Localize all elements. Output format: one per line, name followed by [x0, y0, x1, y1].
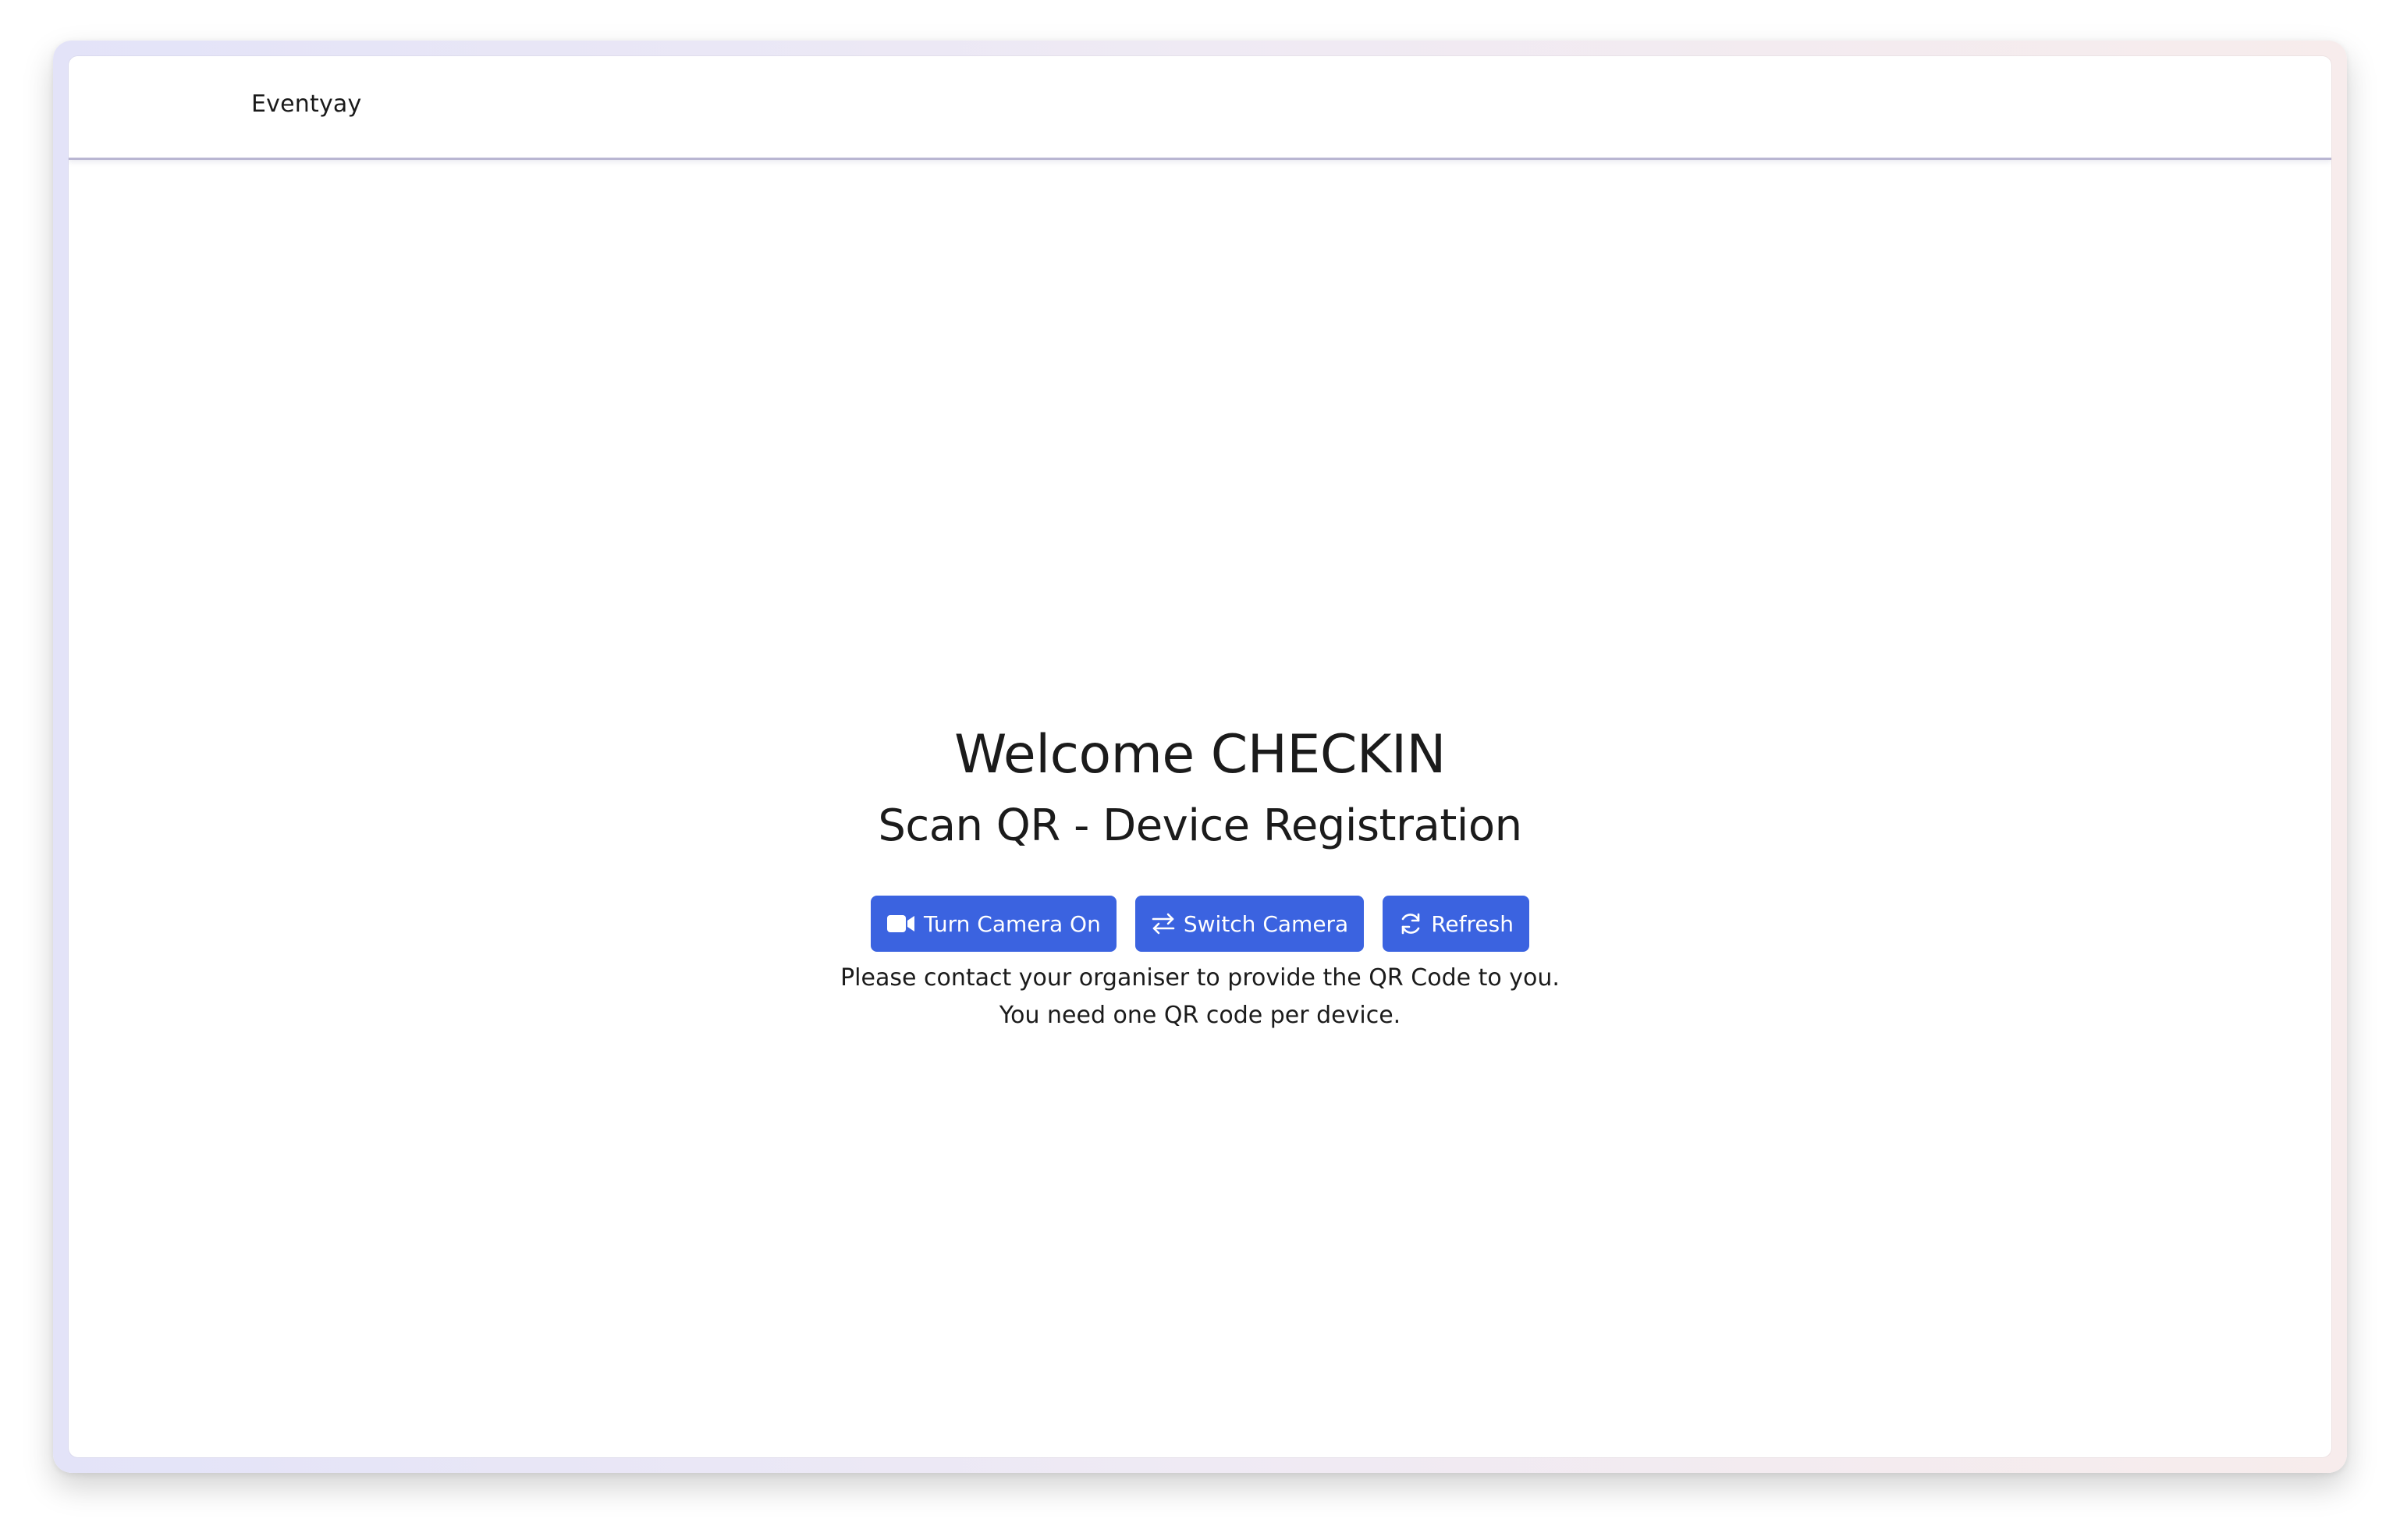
turn-camera-on-button[interactable]: Turn Camera On: [871, 896, 1117, 952]
instruction-line-1: Please contact your organiser to provide…: [840, 964, 1560, 992]
brand-link[interactable]: Eventyay: [251, 90, 361, 118]
video-camera-icon: [886, 914, 916, 934]
page-title: Welcome CHECKIN: [954, 724, 1446, 786]
camera-controls: Turn Camera On Switch Camera Refresh: [69, 896, 2331, 952]
switch-camera-label: Switch Camera: [1183, 910, 1349, 937]
registration-panel: Welcome CHECKIN Scan QR - Device Registr…: [69, 719, 2331, 1034]
refresh-button[interactable]: Refresh: [1383, 896, 1529, 952]
browser-window: Eventyay Welcome CHECKIN Scan QR - Devic…: [69, 56, 2331, 1457]
instruction-line-2: You need one QR code per device.: [999, 1002, 1401, 1029]
page-subtitle: Scan QR - Device Registration: [878, 800, 1522, 851]
navbar: Eventyay: [69, 56, 2331, 160]
turn-camera-on-label: Turn Camera On: [924, 910, 1101, 937]
refresh-icon: [1398, 911, 1423, 936]
switch-arrows-icon: [1151, 912, 1176, 935]
refresh-label: Refresh: [1431, 910, 1514, 937]
instructions: Please contact your organiser to provide…: [69, 960, 2331, 1034]
switch-camera-button[interactable]: Switch Camera: [1134, 896, 1365, 952]
app-frame: Eventyay Welcome CHECKIN Scan QR - Devic…: [53, 41, 2347, 1473]
